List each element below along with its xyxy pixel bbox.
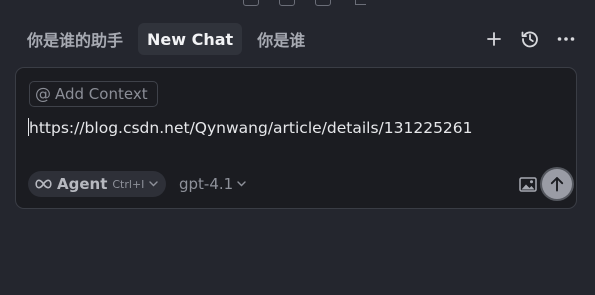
tab-new-chat[interactable]: New Chat	[138, 23, 243, 55]
toolbar-icon[interactable]	[355, 0, 366, 5]
new-chat-button[interactable]	[481, 26, 507, 52]
chat-composer: @ Add Context https://blog.csdn.net/Qynw…	[15, 67, 577, 209]
chat-input-value: https://blog.csdn.net/Qynwang/article/de…	[29, 119, 473, 137]
toolbar-icon[interactable]	[315, 0, 331, 6]
send-button[interactable]	[542, 169, 572, 199]
image-icon	[519, 176, 537, 192]
history-button[interactable]	[517, 26, 543, 52]
arrow-up-icon	[550, 177, 564, 192]
toolbar-icon[interactable]	[243, 0, 259, 6]
history-icon	[521, 31, 538, 48]
more-icon	[557, 37, 575, 41]
tab-who-are-you[interactable]: 你是谁	[248, 23, 314, 55]
toolbar-icon[interactable]	[279, 0, 295, 6]
chat-input[interactable]: https://blog.csdn.net/Qynwang/article/de…	[28, 118, 558, 137]
chat-panel: 你是谁的助手 New Chat 你是谁 @ Add Context https:…	[0, 0, 595, 295]
agent-mode-label: Agent	[57, 175, 108, 193]
add-context-label: Add Context	[55, 85, 148, 103]
at-icon: @	[35, 84, 51, 103]
model-label: gpt-4.1	[179, 175, 234, 193]
chat-actions	[481, 26, 579, 52]
chevron-down-icon	[149, 181, 159, 187]
attach-image-button[interactable]	[516, 172, 540, 196]
chat-tabs: 你是谁的助手 New Chat 你是谁	[18, 22, 314, 56]
agent-shortcut: Ctrl+I	[112, 177, 145, 191]
window-top-strip	[0, 0, 595, 8]
add-context-button[interactable]: @ Add Context	[29, 81, 158, 107]
chevron-down-icon	[237, 181, 246, 187]
tab-assistant-chat[interactable]: 你是谁的助手	[18, 23, 132, 55]
composer-toolbar: Agent Ctrl+I gpt-4.1	[28, 169, 572, 199]
model-selector[interactable]: gpt-4.1	[179, 171, 246, 197]
infinity-icon	[35, 179, 52, 189]
plus-icon	[487, 32, 501, 46]
more-options-button[interactable]	[553, 26, 579, 52]
agent-mode-selector[interactable]: Agent Ctrl+I	[28, 171, 167, 197]
